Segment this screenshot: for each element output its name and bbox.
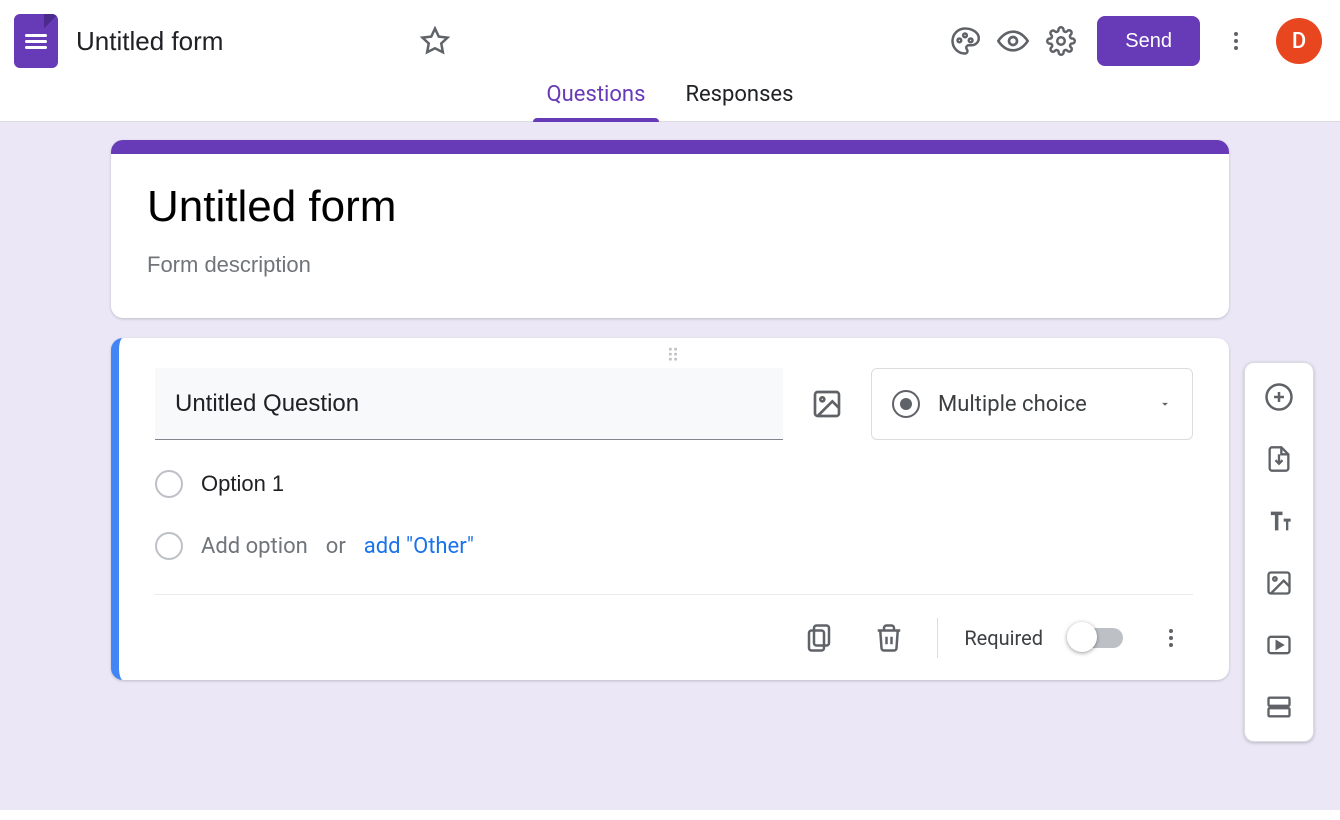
delete-icon[interactable] xyxy=(867,616,911,660)
tab-questions[interactable]: Questions xyxy=(545,82,648,121)
question-more-icon[interactable] xyxy=(1149,616,1193,660)
dropdown-arrow-icon xyxy=(1158,397,1172,411)
question-type-select[interactable]: Multiple choice xyxy=(871,368,1193,440)
palette-icon[interactable] xyxy=(941,17,989,65)
star-icon[interactable] xyxy=(411,17,459,65)
option-input[interactable] xyxy=(201,471,489,497)
question-type-label: Multiple choice xyxy=(938,392,1087,417)
import-questions-button[interactable] xyxy=(1257,437,1301,481)
question-footer: Required xyxy=(155,594,1193,680)
account-avatar[interactable]: D xyxy=(1276,18,1322,64)
required-toggle[interactable] xyxy=(1069,628,1123,648)
form-canvas: ⠿ Multiple choice xyxy=(0,122,1340,810)
add-section-button[interactable] xyxy=(1257,685,1301,729)
radio-icon xyxy=(892,390,920,418)
duplicate-icon[interactable] xyxy=(797,616,841,660)
divider xyxy=(937,618,938,658)
add-other-link[interactable]: add "Other" xyxy=(364,534,474,559)
question-card[interactable]: ⠿ Multiple choice xyxy=(111,338,1229,680)
form-title-input[interactable] xyxy=(147,182,1193,232)
add-image-button[interactable] xyxy=(1257,561,1301,605)
send-button[interactable]: Send xyxy=(1097,16,1200,66)
preview-icon[interactable] xyxy=(989,17,1037,65)
add-option-link[interactable]: Add option xyxy=(201,534,308,559)
option-row xyxy=(155,470,1193,498)
add-option-row: Add option or add "Other" xyxy=(155,532,1193,560)
add-image-icon[interactable] xyxy=(805,382,849,426)
radio-circle-icon xyxy=(155,532,183,560)
add-title-button[interactable] xyxy=(1257,499,1301,543)
add-question-button[interactable] xyxy=(1257,375,1301,419)
side-toolbar xyxy=(1244,362,1314,742)
app-header: Send D xyxy=(0,0,1340,82)
document-name-input[interactable] xyxy=(76,26,411,57)
or-text: or xyxy=(326,534,346,559)
tab-responses[interactable]: Responses xyxy=(683,82,795,121)
question-title-input[interactable] xyxy=(155,368,783,440)
drag-handle-icon[interactable]: ⠿ xyxy=(155,352,1193,362)
form-header-card[interactable] xyxy=(111,140,1229,318)
add-video-button[interactable] xyxy=(1257,623,1301,667)
form-description-input[interactable] xyxy=(147,252,1193,278)
tabs-bar: Questions Responses xyxy=(0,82,1340,122)
forms-logo[interactable] xyxy=(14,14,58,68)
more-menu-icon[interactable] xyxy=(1212,17,1260,65)
required-label: Required xyxy=(964,626,1043,650)
radio-circle-icon xyxy=(155,470,183,498)
settings-icon[interactable] xyxy=(1037,17,1085,65)
